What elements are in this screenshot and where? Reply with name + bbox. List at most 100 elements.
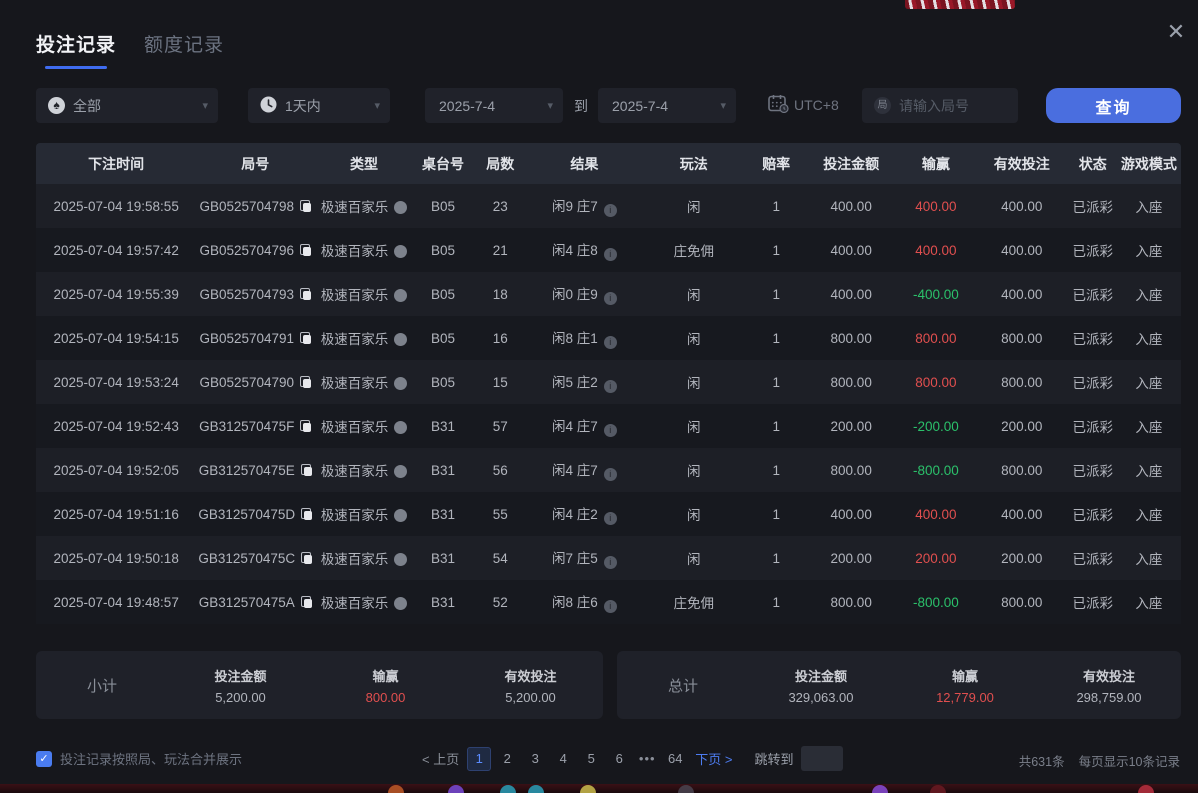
cell-bet-time: 2025-07-04 19:54:15 — [36, 316, 196, 360]
calendar-icon — [768, 94, 789, 116]
copy-icon[interactable] — [300, 244, 311, 256]
cell-text: 已派彩 — [1073, 200, 1114, 215]
result-info-icon[interactable]: i — [604, 380, 617, 393]
cell-game-count: 57 — [472, 404, 528, 448]
result-info-icon[interactable]: i — [604, 248, 617, 261]
cell-valid-bet: 400.00 — [975, 272, 1069, 316]
result-info-icon[interactable]: i — [604, 512, 617, 525]
cell-play: 闲 — [641, 404, 747, 448]
query-button[interactable]: 查询 — [1046, 88, 1181, 123]
active-tab-underline — [45, 66, 107, 69]
cell-odds: 1 — [747, 580, 805, 624]
copy-icon[interactable] — [300, 200, 311, 212]
prev-page-button[interactable]: < 上页 — [418, 749, 463, 768]
cell-table-no: B31 — [414, 448, 472, 492]
cell-text: 极速百家乐 — [321, 332, 389, 347]
cell-round-id: GB0525704793 — [196, 272, 314, 316]
copy-icon[interactable] — [301, 508, 312, 520]
game-info-icon[interactable] — [394, 597, 407, 610]
next-page-button[interactable]: 下页 > — [691, 749, 736, 768]
cell-text: 闲 — [687, 332, 701, 347]
copy-icon[interactable] — [301, 552, 312, 564]
cell-game-mode: 入座 — [1117, 316, 1181, 360]
page-button-4[interactable]: 4 — [551, 747, 575, 771]
page-button-3[interactable]: 3 — [523, 747, 547, 771]
cell-text: 闲4 庄2 — [552, 507, 598, 522]
page-button-6[interactable]: 6 — [607, 747, 631, 771]
game-info-icon[interactable] — [394, 333, 407, 346]
game-type-select[interactable]: ♠ 全部 ▾ — [36, 88, 218, 123]
subtotal-win-loss: 输赢 800.00 — [313, 666, 458, 705]
cell-win-loss: -800.00 — [897, 448, 975, 492]
date-to-select[interactable]: 2025-7-4 ▾ — [598, 88, 736, 123]
table-row: 2025-07-04 19:52:43GB312570475F极速百家乐B315… — [36, 404, 1181, 448]
game-type-value: 全部 — [73, 96, 202, 116]
cell-win-loss: 800.00 — [897, 360, 975, 404]
subtotal-box: 小计 投注金额 5,200.00 输赢 800.00 有效投注 5,200.00 — [36, 651, 603, 719]
footer-bar: ✓ 投注记录按照局、玩法合并展示 < 上页 123456•••64 下页 > 跳… — [0, 746, 1198, 774]
page-button-5[interactable]: 5 — [579, 747, 603, 771]
tab-bet-records[interactable]: 投注记录 — [36, 30, 116, 69]
cell-text: 入座 — [1135, 596, 1162, 611]
game-info-icon[interactable] — [394, 201, 407, 214]
cell-game-type: 极速百家乐 — [314, 184, 414, 228]
cell-text: 800.00 — [831, 463, 872, 478]
cell-text: 闲4 庄8 — [552, 243, 598, 258]
date-from-value: 2025-7-4 — [439, 98, 547, 114]
cell-game-type: 极速百家乐 — [314, 360, 414, 404]
cell-text: 已派彩 — [1073, 464, 1114, 479]
result-info-icon[interactable]: i — [604, 292, 617, 305]
result-info-icon[interactable]: i — [604, 204, 617, 217]
copy-icon[interactable] — [300, 376, 311, 388]
copy-icon[interactable] — [301, 464, 312, 476]
cell-play: 闲 — [641, 184, 747, 228]
game-info-icon[interactable] — [394, 509, 407, 522]
cell-text: 21 — [493, 243, 508, 258]
jump-to-input[interactable] — [801, 746, 843, 771]
cell-text: GB312570475D — [198, 507, 295, 522]
date-from-select[interactable]: 2025-7-4 ▾ — [425, 88, 563, 123]
cell-text: GB0525704790 — [199, 375, 294, 390]
result-info-icon[interactable]: i — [604, 468, 617, 481]
game-info-icon[interactable] — [394, 421, 407, 434]
result-info-icon[interactable]: i — [604, 600, 617, 613]
cell-status: 已派彩 — [1069, 360, 1117, 404]
cell-text: 2025-07-04 19:50:18 — [53, 551, 178, 566]
cell-play: 闲 — [641, 448, 747, 492]
page-button-64[interactable]: 64 — [663, 747, 687, 771]
cell-text: 入座 — [1135, 508, 1162, 523]
cell-table-no: B31 — [414, 492, 472, 536]
page-button-2[interactable]: 2 — [495, 747, 519, 771]
pagination-ellipsis[interactable]: ••• — [635, 747, 659, 771]
cell-bet-time: 2025-07-04 19:55:39 — [36, 272, 196, 316]
page-button-1[interactable]: 1 — [467, 747, 491, 771]
game-info-icon[interactable] — [394, 245, 407, 258]
cell-odds: 1 — [747, 404, 805, 448]
game-info-icon[interactable] — [394, 289, 407, 302]
cell-text: GB312570475E — [199, 463, 295, 478]
merge-checkbox[interactable]: ✓ — [36, 751, 52, 767]
result-info-icon[interactable]: i — [604, 336, 617, 349]
cell-text: 1 — [772, 551, 780, 566]
cell-text: GB312570475A — [199, 595, 295, 610]
round-search-box: 局 — [862, 88, 1018, 123]
game-info-icon[interactable] — [394, 553, 407, 566]
game-info-icon[interactable] — [394, 465, 407, 478]
result-info-icon[interactable]: i — [604, 556, 617, 569]
copy-icon[interactable] — [300, 332, 311, 344]
cell-text: 800.00 — [831, 331, 872, 346]
cell-text: -400.00 — [913, 287, 959, 302]
result-info-icon[interactable]: i — [604, 424, 617, 437]
game-info-icon[interactable] — [394, 377, 407, 390]
close-icon[interactable]: ✕ — [1162, 18, 1190, 46]
copy-icon[interactable] — [300, 288, 311, 300]
copy-icon[interactable] — [301, 596, 312, 608]
copy-icon[interactable] — [300, 420, 311, 432]
subtotal-bet-amount: 投注金额 5,200.00 — [168, 666, 313, 705]
cell-text: 400.00 — [915, 507, 956, 522]
time-range-select[interactable]: 1天内 ▾ — [248, 88, 390, 123]
round-search-input[interactable] — [899, 98, 999, 114]
header-game-type: 类型 — [314, 143, 414, 184]
tab-quota-records[interactable]: 额度记录 — [144, 30, 224, 57]
cell-bet-amount: 800.00 — [805, 580, 897, 624]
